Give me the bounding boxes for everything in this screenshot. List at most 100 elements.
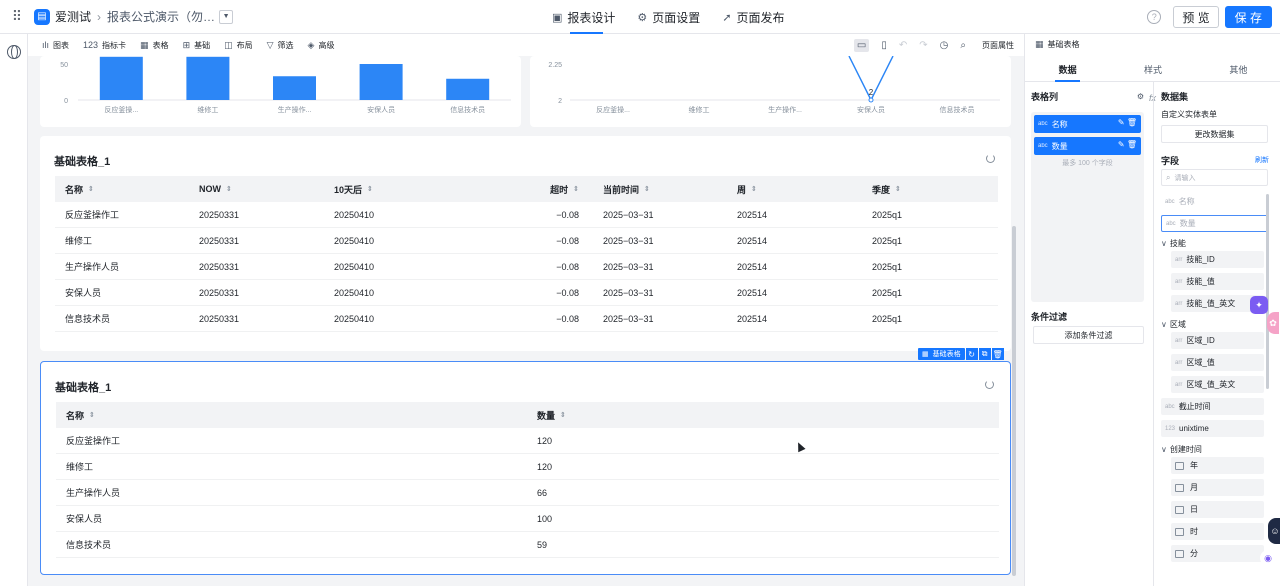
table-row[interactable]: 反应釜操作工 120	[56, 428, 999, 454]
column-header[interactable]: NOW ⇕	[189, 184, 324, 194]
ai-orb-icon[interactable]: ◉	[1260, 550, 1276, 566]
table-card-2[interactable]: 基础表格_1 名称 ⇕ 数量 ⇕ 反应釜操作工 120 维修工 120 生产操作人员 66 安保人…	[40, 361, 1011, 575]
trash-icon[interactable]: 🗑	[991, 348, 1004, 360]
mobile-icon[interactable]: ▯	[881, 40, 887, 51]
table-row[interactable]: 安保人员 20250331 20250410 −0.08 2025−03−31 20251…	[55, 280, 998, 306]
assistant-icon[interactable]: ✦	[1250, 296, 1268, 314]
field-region-value[interactable]: arr 区域_值	[1171, 354, 1264, 371]
selected-component-chip[interactable]: ▦ 基础表格	[918, 348, 965, 360]
bar-chart-card[interactable]: 0 50 反应釜操... 维修工 生产操作... 安保人员 信息技术员 59	[40, 56, 521, 127]
refresh-icon[interactable]: ↻	[965, 348, 978, 360]
tab-page-settings[interactable]: ⚙ 页面设置	[637, 0, 700, 34]
refresh-icon[interactable]	[985, 380, 994, 389]
table-row[interactable]: 信息技术员 59	[56, 532, 999, 558]
sort-icon[interactable]: ⇕	[560, 411, 566, 419]
field-qty[interactable]: abc 数量	[1161, 215, 1268, 232]
tool-advanced[interactable]: ◈ 高级	[308, 40, 335, 51]
breadcrumb-report[interactable]: 报表公式演示（勿…	[107, 8, 215, 25]
tool-metric-card[interactable]: 123 指标卡	[83, 40, 126, 51]
type-badge: arr	[1175, 337, 1183, 344]
fields-scrollbar[interactable]	[1266, 194, 1269, 389]
table-row[interactable]: 生产操作人员 66	[56, 480, 999, 506]
tab-other[interactable]: 其他	[1196, 58, 1280, 81]
column-header[interactable]: 名称 ⇕	[55, 183, 189, 196]
add-filter-button[interactable]: 添加条件过滤	[1033, 326, 1144, 344]
edit-delete-icons[interactable]: ✎ 🗑	[1118, 118, 1137, 127]
field-unixtime[interactable]: 123 unixtime	[1161, 420, 1264, 437]
field-skill-id[interactable]: arr 技能_ID	[1171, 251, 1264, 268]
desktop-icon[interactable]: ▭	[853, 38, 870, 52]
canvas-scrollbar[interactable]	[1012, 226, 1016, 576]
tool-filter[interactable]: ▽ 筛选	[267, 40, 294, 51]
table-row[interactable]: 反应釜操作工 20250331 20250410 −0.08 2025−03−31 202…	[55, 202, 998, 228]
tab-data[interactable]: 数据	[1025, 58, 1110, 82]
table-row[interactable]: 维修工 120	[56, 454, 999, 480]
refresh-link[interactable]: 刷新	[1255, 155, 1269, 165]
field-region-id[interactable]: arr 区域_ID	[1171, 332, 1264, 349]
field-search-input[interactable]: ⌕ 请输入	[1161, 169, 1268, 186]
column-header[interactable]: 10天后 ⇕	[324, 183, 459, 196]
page-properties-button[interactable]: 页面属性	[982, 40, 1014, 51]
sort-icon[interactable]: ⇕	[89, 411, 95, 419]
tool-layout[interactable]: ◫ 布局	[224, 40, 253, 51]
field-created-month[interactable]: 月	[1171, 479, 1264, 496]
tool-basic[interactable]: ⊞ 基础	[183, 40, 211, 51]
field-deadline[interactable]: abc 截止时间	[1161, 398, 1264, 415]
sort-icon[interactable]: ⇕	[367, 185, 373, 193]
redo-icon[interactable]: ↷	[919, 40, 927, 51]
field-created-year[interactable]: 年	[1171, 457, 1264, 474]
undo-icon[interactable]: ↶	[899, 40, 907, 51]
group-created-time[interactable]: ∨ 创建时间	[1161, 444, 1202, 455]
robot-icon[interactable]: ☺	[1268, 518, 1280, 544]
columns-dropzone[interactable]: abc 名称 ✎ 🗑 abc 数量 ✎ 🗑 最多 100 个字段	[1031, 112, 1144, 302]
tab-report-design[interactable]: ▣ 报表设计	[552, 0, 615, 34]
chevron-down-icon[interactable]: ▼	[219, 9, 234, 24]
globe-icon[interactable]	[7, 45, 21, 59]
column-header[interactable]: 名称 ⇕	[56, 409, 527, 422]
table-row[interactable]: 安保人员 100	[56, 506, 999, 532]
column-header[interactable]: 超时 ⇕	[459, 183, 593, 196]
save-button[interactable]: 保 存	[1224, 6, 1272, 28]
group-region[interactable]: ∨ 区域	[1161, 319, 1186, 330]
table-card-1[interactable]: 基础表格_1 名称 ⇕ NOW ⇕ 10天后 ⇕ 超时 ⇕ 当前时间 ⇕ 周 ⇕ 季度 ⇕ 反应釜操作工 2…	[40, 136, 1011, 351]
sort-icon[interactable]: ⇕	[88, 185, 94, 193]
refresh-icon[interactable]	[986, 154, 995, 163]
history-icon[interactable]: ◷	[940, 40, 949, 51]
copy-icon[interactable]: ⧉	[978, 348, 991, 360]
edit-delete-icons[interactable]: ✎ 🗑	[1118, 140, 1137, 149]
group-skill[interactable]: ∨ 技能	[1161, 238, 1186, 249]
field-name[interactable]: abc 名称	[1161, 193, 1268, 210]
sort-icon[interactable]: ⇕	[573, 185, 579, 193]
help-icon[interactable]: ?	[1147, 10, 1162, 24]
field-created-day[interactable]: 日	[1171, 501, 1264, 518]
sort-icon[interactable]: ⇕	[644, 185, 650, 193]
change-dataset-button[interactable]: 更改数据集	[1161, 125, 1268, 143]
field-skill-value[interactable]: arr 技能_值	[1171, 273, 1264, 290]
preview-button[interactable]: 预 览	[1173, 6, 1219, 28]
table-row[interactable]: 信息技术员 20250331 20250410 −0.08 2025−03−31 2025…	[55, 306, 998, 332]
tab-page-publish[interactable]: ➚ 页面发布	[722, 0, 784, 34]
column-header[interactable]: 季度 ⇕	[862, 183, 998, 196]
settings-icon[interactable]: ⚙fx	[1137, 92, 1156, 103]
table-row[interactable]: 维修工 20250331 20250410 −0.08 2025−03−31 202514…	[55, 228, 998, 254]
column-header[interactable]: 当前时间 ⇕	[593, 183, 727, 196]
field-created-hour[interactable]: 时	[1171, 523, 1264, 540]
column-header[interactable]: 周 ⇕	[727, 183, 862, 196]
field-region-value-en[interactable]: arr 区域_值_英文	[1171, 376, 1264, 393]
app-name[interactable]: 爱测试	[55, 8, 91, 25]
tool-chart[interactable]: ılı 图表	[42, 40, 69, 51]
table-row[interactable]: 生产操作人员 20250331 20250410 −0.08 2025−03−31 202…	[55, 254, 998, 280]
sort-icon[interactable]: ⇕	[895, 185, 901, 193]
column-header[interactable]: 数量 ⇕	[527, 409, 999, 422]
side-tab-icon[interactable]: ✿	[1267, 312, 1279, 334]
tab-style[interactable]: 样式	[1110, 58, 1195, 81]
line-chart-card[interactable]: 2 2.25 反应釜操... 维修工 生产操作... 安保人员 信息技术员 2	[530, 56, 1011, 127]
column-chip-qty[interactable]: abc 数量 ✎ 🗑	[1034, 137, 1141, 155]
app-grid-icon[interactable]: ⠿	[0, 0, 34, 34]
search-icon[interactable]: ⌕	[960, 40, 966, 51]
column-chip-name[interactable]: abc 名称 ✎ 🗑	[1034, 115, 1141, 133]
sort-icon[interactable]: ⇕	[751, 185, 757, 193]
sort-icon[interactable]: ⇕	[226, 185, 232, 193]
field-created-minute[interactable]: 分	[1171, 545, 1264, 562]
tool-table[interactable]: ▦ 表格	[140, 40, 169, 51]
